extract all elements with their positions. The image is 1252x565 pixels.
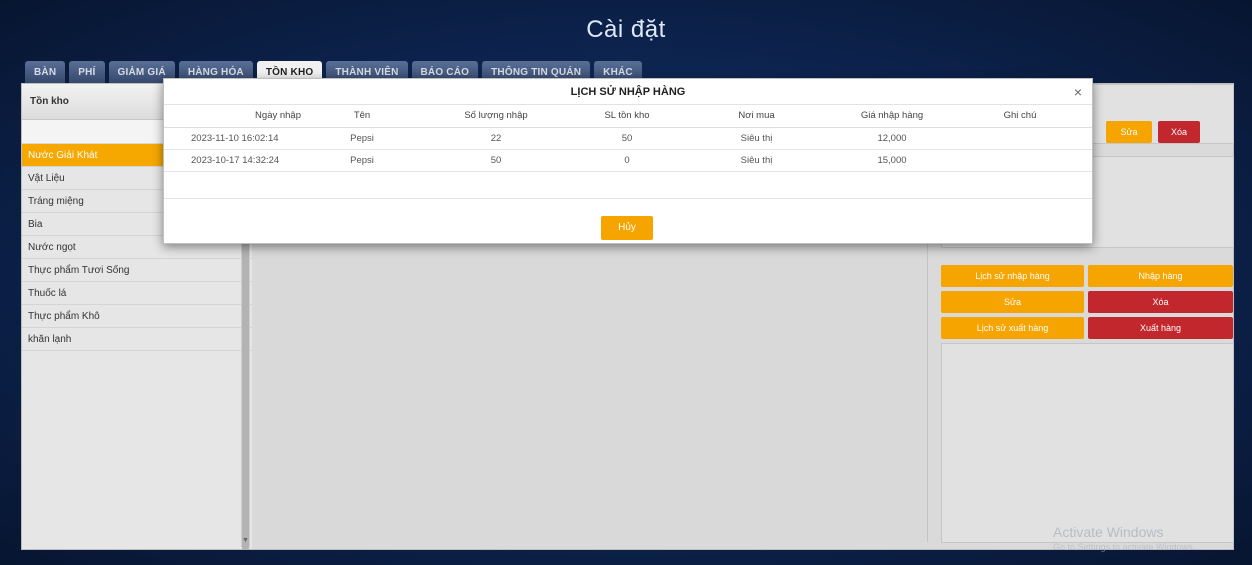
tab-phi[interactable]: PHÍ bbox=[69, 61, 105, 84]
category-item[interactable]: khăn lạnh bbox=[22, 328, 252, 351]
column-header: Tên bbox=[309, 105, 415, 128]
cell-note bbox=[948, 127, 1092, 150]
column-header: SL tồn kho bbox=[577, 105, 677, 128]
cell-stock: 0 bbox=[577, 149, 677, 172]
cell-qty: 50 bbox=[415, 149, 577, 172]
table-row[interactable]: 2023-11-10 16:02:14 Pepsi 22 50 Siêu thị… bbox=[164, 127, 1092, 150]
edit-category-button[interactable]: Sửa bbox=[1106, 121, 1152, 143]
windows-activation-watermark: Activate Windows Go to Settings to activ… bbox=[1053, 524, 1195, 552]
import-history-button[interactable]: Lịch sử nhập hàng bbox=[941, 265, 1084, 287]
column-header: Ghi chú bbox=[948, 105, 1092, 128]
import-button[interactable]: Nhập hàng bbox=[1088, 265, 1233, 287]
cell-stock: 50 bbox=[577, 127, 677, 150]
watermark-title: Activate Windows bbox=[1053, 524, 1164, 540]
cancel-button[interactable]: Hủy bbox=[601, 216, 653, 240]
cell-qty: 22 bbox=[415, 127, 577, 150]
category-item[interactable]: Thuốc lá bbox=[22, 282, 252, 305]
column-header: Giá nhập hàng bbox=[836, 105, 948, 128]
app-window: Cài đặt BÀN PHÍ GIẢM GIÁ HÀNG HÓA TỒN KH… bbox=[0, 0, 1252, 565]
table-header-row: Ngày nhập Tên Số lượng nhập SL tồn kho N… bbox=[164, 105, 1092, 128]
dialog-title: LỊCH SỬ NHẬP HÀNG bbox=[164, 79, 1092, 105]
column-header: Số lượng nhập bbox=[415, 105, 577, 128]
window-title: Cài đặt bbox=[586, 16, 666, 43]
cell-price: 15,000 bbox=[836, 149, 948, 172]
import-history-table: Ngày nhập Tên Số lượng nhập SL tồn kho N… bbox=[164, 105, 1092, 172]
category-item[interactable]: Thực phẩm Tươi Sống bbox=[22, 259, 252, 282]
cell-place: Siêu thị bbox=[677, 149, 836, 172]
cell-date: 2023-11-10 16:02:14 bbox=[164, 127, 309, 150]
cell-place: Siêu thị bbox=[677, 127, 836, 150]
scroll-down-arrow-icon[interactable]: ▼ bbox=[241, 535, 250, 547]
item-extra-box bbox=[941, 343, 1234, 543]
close-icon[interactable]: × bbox=[1074, 85, 1082, 99]
table-row[interactable]: 2023-10-17 14:32:24 Pepsi 50 0 Siêu thị … bbox=[164, 149, 1092, 172]
watermark-subtitle: Go to Settings to activate Windows. bbox=[1053, 542, 1196, 552]
cell-note bbox=[948, 149, 1092, 172]
export-button[interactable]: Xuất hàng bbox=[1088, 317, 1233, 339]
delete-item-button[interactable]: Xóa bbox=[1088, 291, 1233, 313]
export-history-button[interactable]: Lịch sử xuất hàng bbox=[941, 317, 1084, 339]
column-header: Ngày nhập bbox=[164, 105, 309, 128]
delete-category-button[interactable]: Xóa bbox=[1158, 121, 1200, 143]
tab-ban[interactable]: BÀN bbox=[25, 61, 66, 84]
edit-item-button[interactable]: Sửa bbox=[941, 291, 1084, 313]
column-header: Nơi mua bbox=[677, 105, 836, 128]
category-item[interactable]: Thực phẩm Khô bbox=[22, 305, 252, 328]
cell-name: Pepsi bbox=[309, 149, 415, 172]
cell-name: Pepsi bbox=[309, 127, 415, 150]
import-history-dialog: LỊCH SỬ NHẬP HÀNG × Ngày nhập Tên Số lượ… bbox=[163, 78, 1093, 244]
cell-date: 2023-10-17 14:32:24 bbox=[164, 149, 309, 172]
cell-price: 12,000 bbox=[836, 127, 948, 150]
